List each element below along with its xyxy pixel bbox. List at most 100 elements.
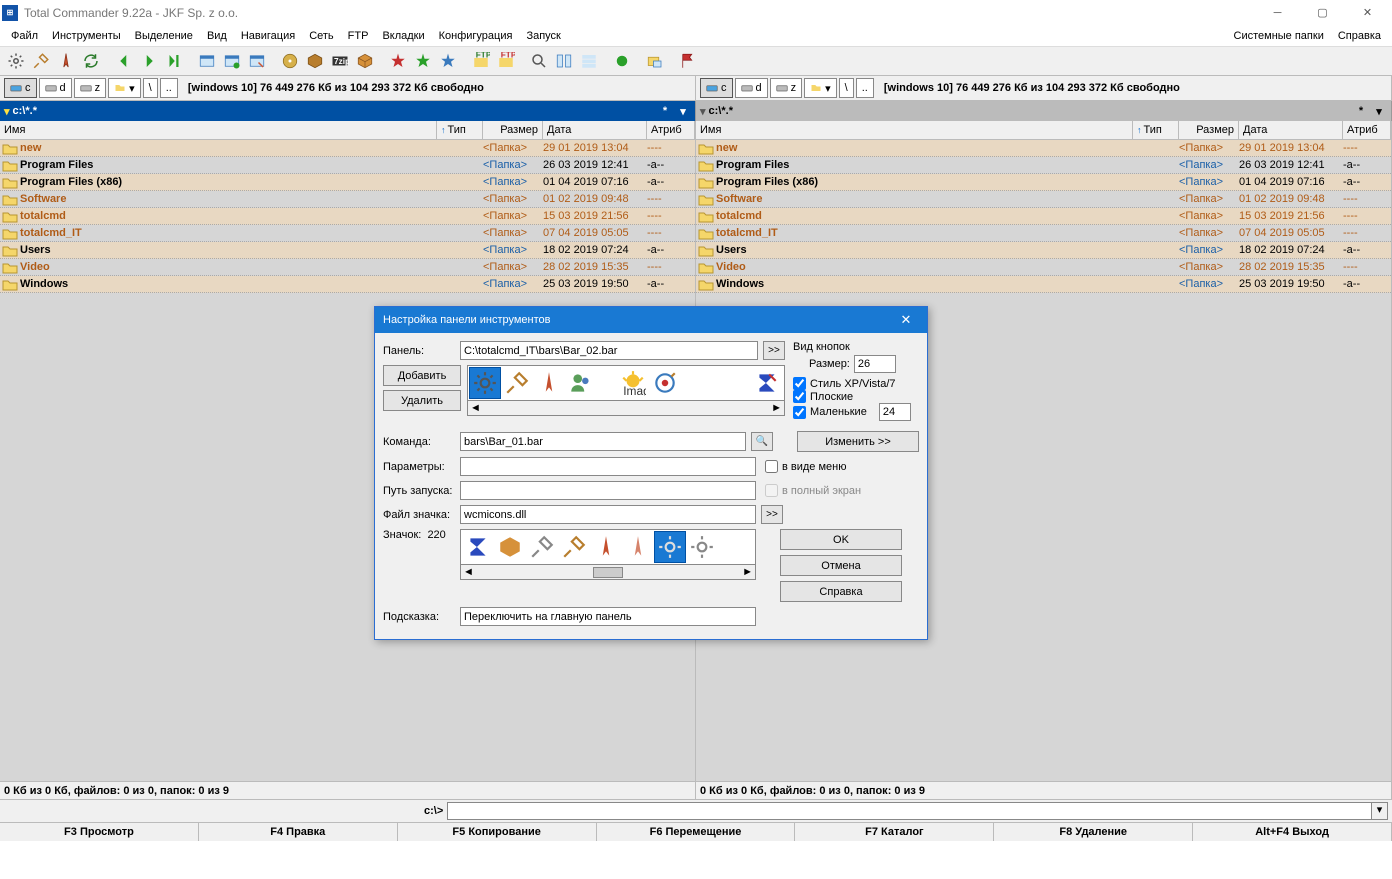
browse-panel-button[interactable]: >> bbox=[763, 341, 785, 360]
ftp2-icon[interactable]: FTP bbox=[494, 50, 517, 73]
box-icon[interactable] bbox=[303, 50, 326, 73]
add-button[interactable]: Добавить bbox=[383, 365, 461, 386]
star-red-icon[interactable] bbox=[386, 50, 409, 73]
file-row[interactable]: Video<Папка>28 02 2019 15:35---- bbox=[696, 259, 1391, 276]
picker-icon-tools[interactable] bbox=[558, 531, 590, 563]
7zip-icon[interactable]: 7zip bbox=[328, 50, 351, 73]
file-row[interactable]: Users<Папка>18 02 2019 07:24-a-- bbox=[696, 242, 1391, 259]
picker-scrollbar[interactable]: ◄► bbox=[460, 565, 756, 580]
strip-icon-sigma[interactable] bbox=[751, 367, 783, 399]
file-row[interactable]: Program Files<Папка>26 03 2019 12:41-a-- bbox=[0, 157, 695, 174]
chk-small[interactable] bbox=[793, 406, 806, 419]
red-flag-icon[interactable] bbox=[676, 50, 699, 73]
strip-scrollbar[interactable]: ◄► bbox=[467, 401, 785, 416]
cd-icon[interactable] bbox=[278, 50, 301, 73]
close-button[interactable]: ✕ bbox=[1345, 0, 1390, 25]
help-button[interactable]: Справка bbox=[780, 581, 902, 602]
file-row[interactable]: totalcmd<Папка>15 03 2019 21:56---- bbox=[0, 208, 695, 225]
window2-icon[interactable] bbox=[220, 50, 243, 73]
command-search-button[interactable]: 🔍 bbox=[751, 432, 773, 451]
window1-icon[interactable] bbox=[195, 50, 218, 73]
menu-Навигация[interactable]: Навигация bbox=[234, 28, 302, 44]
file-row[interactable]: new<Папка>29 01 2019 13:04---- bbox=[0, 140, 695, 157]
menu-Сеть[interactable]: Сеть bbox=[302, 28, 340, 44]
drive-z-right[interactable]: z bbox=[770, 78, 803, 98]
menu-Файл[interactable]: Файл bbox=[4, 28, 45, 44]
input-startpath[interactable] bbox=[460, 481, 756, 500]
fkey[interactable]: F8 Удаление bbox=[994, 823, 1193, 841]
file-row[interactable]: new<Папка>29 01 2019 13:04---- bbox=[696, 140, 1391, 157]
file-row[interactable]: totalcmd<Папка>15 03 2019 21:56---- bbox=[696, 208, 1391, 225]
file-row[interactable]: totalcmd_IT<Папка>07 04 2019 05:05---- bbox=[0, 225, 695, 242]
path-up-left[interactable]: .. bbox=[160, 78, 178, 98]
search-icon[interactable] bbox=[527, 50, 550, 73]
picker-icon-compass2[interactable] bbox=[622, 531, 654, 563]
picker-icon-hammer[interactable] bbox=[526, 531, 558, 563]
col-type[interactable]: ↑Тип bbox=[1133, 121, 1179, 139]
multirename-icon[interactable] bbox=[577, 50, 600, 73]
col-date[interactable]: Дата bbox=[1239, 121, 1343, 139]
file-row[interactable]: Program Files<Папка>26 03 2019 12:41-a-- bbox=[696, 157, 1391, 174]
file-row[interactable]: Software<Папка>01 02 2019 09:48---- bbox=[696, 191, 1391, 208]
window3-icon[interactable] bbox=[245, 50, 268, 73]
maximize-button[interactable]: ▢ bbox=[1300, 0, 1345, 25]
chk-xp-style[interactable] bbox=[793, 377, 806, 390]
file-row[interactable]: Users<Папка>18 02 2019 07:24-a-- bbox=[0, 242, 695, 259]
file-row[interactable]: Windows<Папка>25 03 2019 19:50-a-- bbox=[0, 276, 695, 293]
col-size[interactable]: Размер bbox=[483, 121, 543, 139]
dialog-titlebar[interactable]: Настройка панели инструментов ✕ bbox=[375, 307, 927, 333]
input-small-size[interactable] bbox=[879, 403, 911, 421]
col-name[interactable]: Имя bbox=[0, 121, 437, 139]
star-green-icon[interactable] bbox=[411, 50, 434, 73]
picker-icon-box[interactable] bbox=[494, 531, 526, 563]
menu-FTP[interactable]: FTP bbox=[341, 28, 376, 44]
strip-icon-users[interactable] bbox=[565, 367, 597, 399]
col-date[interactable]: Дата bbox=[543, 121, 647, 139]
drive-z-left[interactable]: z bbox=[74, 78, 107, 98]
path-dd-right[interactable]: ▾ bbox=[1371, 105, 1387, 118]
dialog-close-button[interactable]: ✕ bbox=[893, 312, 919, 328]
cmd-input[interactable]: ▾ bbox=[447, 802, 1388, 820]
toolbar-icons-strip[interactable]: Imagine bbox=[467, 365, 785, 401]
ftp1-icon[interactable]: FTP bbox=[469, 50, 492, 73]
file-row[interactable]: Windows<Папка>25 03 2019 19:50-a-- bbox=[696, 276, 1391, 293]
drive-root-left[interactable]: ▾ bbox=[108, 78, 141, 98]
input-params[interactable] bbox=[460, 457, 756, 476]
file-row[interactable]: Program Files (x86)<Папка>01 04 2019 07:… bbox=[696, 174, 1391, 191]
path-dd-left[interactable]: ▾ bbox=[675, 105, 691, 118]
path-up-right[interactable]: .. bbox=[856, 78, 874, 98]
drive-c-left[interactable]: c bbox=[4, 78, 37, 98]
file-row[interactable]: Video<Папка>28 02 2019 15:35---- bbox=[0, 259, 695, 276]
path-right[interactable]: ▾ c:\*.* *▾ bbox=[696, 101, 1392, 121]
refresh-icon[interactable] bbox=[79, 50, 102, 73]
input-tooltip[interactable] bbox=[460, 607, 756, 626]
strip-icon-gear[interactable] bbox=[469, 367, 501, 399]
tools-icon[interactable] bbox=[29, 50, 52, 73]
minimize-button[interactable]: ─ bbox=[1255, 0, 1300, 25]
path-root-right[interactable]: \ bbox=[839, 78, 854, 98]
menu-Системные папки[interactable]: Системные папки bbox=[1227, 28, 1331, 44]
input-panel-path[interactable] bbox=[460, 341, 758, 360]
menu-Выделение[interactable]: Выделение bbox=[128, 28, 200, 44]
input-command[interactable] bbox=[460, 432, 746, 451]
path-left[interactable]: ▾ c:\*.* *▾ bbox=[0, 101, 696, 121]
menu-Справка[interactable]: Справка bbox=[1331, 28, 1388, 44]
fkey[interactable]: Alt+F4 Выход bbox=[1193, 823, 1392, 841]
menu-Конфигурация[interactable]: Конфигурация bbox=[432, 28, 520, 44]
delete-button[interactable]: Удалить bbox=[383, 390, 461, 411]
fkey[interactable]: F3 Просмотр bbox=[0, 823, 199, 841]
drive-d-right[interactable]: d bbox=[735, 78, 768, 98]
fkey[interactable]: F5 Копирование bbox=[398, 823, 597, 841]
strip-icon-imagine[interactable]: Imagine bbox=[617, 367, 649, 399]
compass-icon[interactable] bbox=[54, 50, 77, 73]
menu-Запуск[interactable]: Запуск bbox=[519, 28, 567, 44]
green-dot-icon[interactable] bbox=[610, 50, 633, 73]
menu-Вкладки[interactable]: Вкладки bbox=[375, 28, 431, 44]
col-name[interactable]: Имя bbox=[696, 121, 1133, 139]
input-size[interactable] bbox=[854, 355, 896, 373]
fkey[interactable]: F6 Перемещение bbox=[597, 823, 796, 841]
chk-as-menu[interactable] bbox=[765, 460, 778, 473]
package-icon[interactable] bbox=[353, 50, 376, 73]
path-root-left[interactable]: \ bbox=[143, 78, 158, 98]
folder-opt-icon[interactable] bbox=[643, 50, 666, 73]
